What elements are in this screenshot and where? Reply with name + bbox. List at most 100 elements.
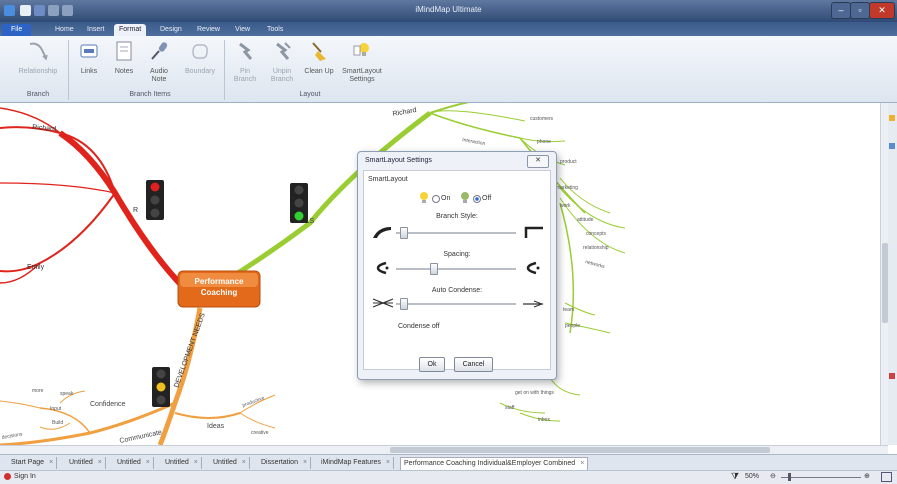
right-side-panel[interactable] xyxy=(888,103,897,445)
panel-icon[interactable] xyxy=(889,115,895,121)
tab-view[interactable]: View xyxy=(230,24,255,36)
close-icon[interactable]: ✕ xyxy=(869,2,895,19)
branch-label-team[interactable]: team xyxy=(563,307,574,313)
cancel-button[interactable]: Cancel xyxy=(454,357,493,372)
branch-label-concepts[interactable]: concepts xyxy=(586,231,607,237)
horizontal-scroll-thumb[interactable] xyxy=(390,447,770,453)
branch-label-input[interactable]: Input xyxy=(50,406,62,412)
sign-in-link[interactable]: Sign In xyxy=(14,473,36,480)
branch-label-networks[interactable]: networks xyxy=(584,259,605,270)
branch-label-speak[interactable]: speak xyxy=(60,391,74,397)
unpin-branch-button[interactable]: Unpin Branch xyxy=(268,40,296,84)
branch-label-more[interactable]: more xyxy=(32,388,44,394)
doc-tab[interactable]: Untitled × xyxy=(210,457,250,469)
smartlayout-settings-dialog: SmartLayout Settings ✕ SmartLayout On Of… xyxy=(357,151,557,380)
ok-button[interactable]: Ok xyxy=(419,357,445,372)
branch-style-slider-thumb[interactable] xyxy=(400,227,408,239)
doc-tab[interactable]: iMindMap Features × xyxy=(318,457,395,469)
zoom-slider-thumb[interactable] xyxy=(788,473,791,481)
close-tab-icon[interactable]: × xyxy=(194,459,198,466)
restore-icon[interactable]: ▫ xyxy=(850,2,870,19)
dialog-close-button[interactable]: ✕ xyxy=(527,155,549,168)
zoom-in-icon[interactable]: ⊕ xyxy=(864,472,870,480)
close-tab-icon[interactable]: × xyxy=(303,459,307,466)
branch-label-decisions[interactable]: decisions xyxy=(1,431,23,441)
auto-condense-slider[interactable] xyxy=(396,303,516,305)
notes-button[interactable]: Notes xyxy=(110,40,138,76)
off-radio[interactable] xyxy=(473,195,481,203)
branch-label-relationship[interactable]: relationship xyxy=(583,245,609,251)
branch-style-slider[interactable] xyxy=(396,232,516,234)
branch-label-communicate[interactable]: Communicate xyxy=(119,429,163,445)
branch-label-emily[interactable]: Emily xyxy=(27,264,45,271)
sign-in-icon[interactable] xyxy=(4,473,11,480)
minimize-icon[interactable]: – xyxy=(831,2,851,19)
layout-group-label: Layout xyxy=(299,91,321,98)
branch-label-inbox[interactable]: inbox xyxy=(538,417,550,423)
tab-file[interactable]: File xyxy=(2,24,32,36)
tab-insert[interactable]: Insert xyxy=(82,24,110,36)
filter-icon[interactable]: ⧩ xyxy=(731,471,739,482)
branch-label-ideas[interactable]: Ideas xyxy=(207,423,225,430)
on-radio[interactable] xyxy=(432,195,440,203)
lightbulb-settings-icon xyxy=(353,43,369,56)
doc-tab[interactable]: Untitled × xyxy=(162,457,202,469)
branch-label-customers[interactable]: customers xyxy=(530,116,554,122)
tab-format[interactable]: Format xyxy=(114,24,147,36)
doc-tab[interactable]: Start Page × xyxy=(8,457,58,469)
branch-label-productive[interactable]: productive xyxy=(242,395,266,409)
boundary-button[interactable]: Boundary xyxy=(182,40,218,76)
branch-label-richard-right[interactable]: Richard xyxy=(392,107,417,118)
close-tab-icon[interactable]: × xyxy=(98,459,102,466)
branch-label-get-on[interactable]: get on with things xyxy=(515,390,554,396)
close-tab-icon[interactable]: × xyxy=(242,459,246,466)
close-tab-icon[interactable]: × xyxy=(386,459,390,466)
audio-note-button[interactable]: Audio Note xyxy=(144,40,174,84)
orange-branch[interactable] xyxy=(0,307,276,445)
branch-label-build[interactable]: Build xyxy=(52,420,63,426)
tab-review[interactable]: Review xyxy=(192,24,225,36)
spacing-label: Spacing: xyxy=(443,251,471,258)
tab-design[interactable]: Design xyxy=(155,24,187,36)
zoom-slider[interactable] xyxy=(781,477,861,478)
fit-page-icon[interactable] xyxy=(881,472,892,482)
tab-tools[interactable]: Tools xyxy=(262,24,288,36)
spacing-slider-thumb[interactable] xyxy=(430,263,438,275)
dialog-title: SmartLayout Settings xyxy=(365,157,432,164)
pin-branch-button[interactable]: Pin Branch xyxy=(232,40,258,84)
branch-label-development-needs[interactable]: DEVELOPMENT NEEDS xyxy=(173,312,207,389)
branch-label-creative[interactable]: creative xyxy=(251,430,269,436)
relationship-button[interactable]: Relationship xyxy=(16,40,60,76)
branch-label-phone[interactable]: phone xyxy=(537,139,551,145)
branch-label-product[interactable]: product xyxy=(560,159,577,165)
close-tab-icon[interactable]: × xyxy=(146,459,150,466)
branch-label-marketing[interactable]: marketing xyxy=(556,185,578,191)
spacing-slider[interactable] xyxy=(396,268,516,270)
doc-tab-active[interactable]: Performance Coaching Individual&Employer… xyxy=(400,457,589,470)
tab-home[interactable]: Home xyxy=(50,24,79,36)
panel-icon[interactable] xyxy=(889,373,895,379)
branch-label-staff[interactable]: staff xyxy=(505,405,515,411)
close-tab-icon[interactable]: × xyxy=(580,460,584,467)
traffic-light-red-icon[interactable] xyxy=(146,180,164,220)
branch-label-attitude[interactable]: attitude xyxy=(577,217,594,223)
branch-label-richard-left[interactable]: Richard xyxy=(32,124,57,133)
doc-tab[interactable]: Untitled × xyxy=(114,457,154,469)
doc-tab[interactable]: Untitled × xyxy=(66,457,106,469)
traffic-light-green-icon[interactable] xyxy=(290,183,308,223)
branch-label-work[interactable]: work xyxy=(560,203,571,209)
branch-label-red[interactable]: R xyxy=(133,207,138,214)
close-tab-icon[interactable]: × xyxy=(49,459,53,466)
branch-label-people[interactable]: people xyxy=(565,323,580,329)
doc-tab[interactable]: Dissertation × xyxy=(258,457,312,469)
traffic-light-amber-icon[interactable] xyxy=(152,367,170,407)
zoom-out-icon[interactable]: ⊖ xyxy=(770,472,776,480)
panel-icon[interactable] xyxy=(889,143,895,149)
links-button[interactable]: Links xyxy=(76,40,102,76)
clean-up-button[interactable]: Clean Up xyxy=(302,40,336,76)
auto-condense-slider-thumb[interactable] xyxy=(400,298,408,310)
branch-label-interaction[interactable]: Interaction xyxy=(462,137,486,147)
narrow-spacing-icon xyxy=(376,261,389,275)
smartlayout-settings-button[interactable]: SmartLayout Settings xyxy=(340,40,384,84)
branch-label-confidence[interactable]: Confidence xyxy=(90,401,126,408)
